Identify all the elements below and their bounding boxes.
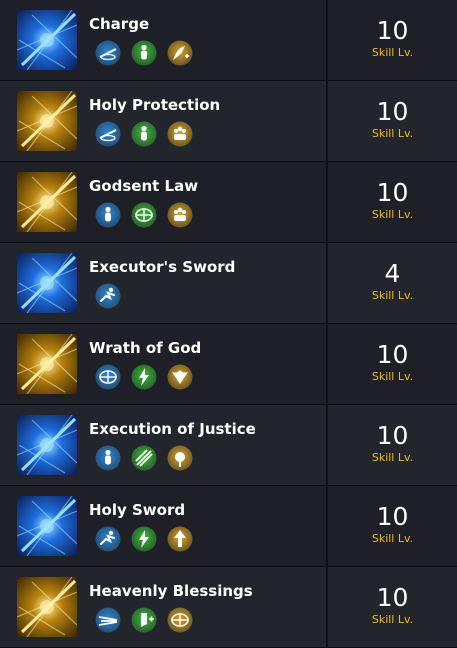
skill-list: Charge 10 Skill Lv. Holy Protection 10 S… (0, 0, 457, 648)
gold-wings-icon (167, 364, 193, 390)
skill-info: Heavenly Blessings (0, 567, 328, 647)
skill-level-cell: 10 Skill Lv. (328, 0, 457, 80)
skill-level-value: 10 (376, 178, 409, 207)
skill-level-label: Skill Lv. (371, 613, 414, 626)
skill-row[interactable]: Charge 10 Skill Lv. (0, 0, 457, 81)
holy-sword-icon (17, 496, 77, 556)
gold-arrow-up-icon (167, 526, 193, 552)
wrath-of-god-icon (17, 334, 77, 394)
skill-level-value: 4 (384, 259, 401, 288)
skill-level-cell: 10 Skill Lv. (328, 81, 457, 161)
skill-attribute-badges (95, 202, 193, 228)
skill-attribute-badges (95, 445, 193, 471)
skill-level-value: 10 (376, 502, 409, 531)
blue-dash-arrow-icon (95, 121, 121, 147)
green-lightning-icon (131, 364, 157, 390)
skill-level-label: Skill Lv. (371, 532, 414, 545)
skill-info: Execution of Justice (0, 405, 328, 485)
skill-row[interactable]: Holy Sword 10 Skill Lv. (0, 486, 457, 567)
skill-name: Charge (89, 15, 150, 33)
skill-info: Holy Protection (0, 81, 328, 161)
holy-protection-icon (17, 91, 77, 151)
skill-level-value: 10 (376, 340, 409, 369)
skill-info: Executor's Sword (0, 243, 328, 323)
skill-row[interactable]: Wrath of God 10 Skill Lv. (0, 324, 457, 405)
skill-row[interactable]: Holy Protection 10 Skill Lv. (0, 81, 457, 162)
green-shield-plus-icon (131, 607, 157, 633)
green-lightning-icon (131, 526, 157, 552)
gold-party-icon (167, 121, 193, 147)
blue-dash-arrow-icon (95, 40, 121, 66)
skill-level-label: Skill Lv. (371, 289, 414, 302)
blue-body-icon (95, 202, 121, 228)
skill-level-cell: 10 Skill Lv. (328, 324, 457, 404)
skill-attribute-badges (95, 121, 193, 147)
skill-row[interactable]: Heavenly Blessings 10 Skill Lv. (0, 567, 457, 648)
skill-level-value: 10 (376, 97, 409, 126)
skill-info: Holy Sword (0, 486, 328, 566)
skill-name: Wrath of God (89, 339, 202, 357)
execution-of-justice-icon (17, 415, 77, 475)
skill-name: Godsent Law (89, 177, 199, 195)
skill-attribute-badges (95, 607, 193, 633)
heavenly-blessings-icon (17, 577, 77, 637)
skill-level-value: 10 (376, 421, 409, 450)
skill-level-value: 10 (376, 16, 409, 45)
skill-level-cell: 10 Skill Lv. (328, 405, 457, 485)
blue-speed-icon (95, 607, 121, 633)
skill-level-label: Skill Lv. (371, 370, 414, 383)
gold-party-icon (167, 202, 193, 228)
skill-attribute-badges (95, 526, 193, 552)
skill-info: Wrath of God (0, 324, 328, 404)
skill-level-cell: 10 Skill Lv. (328, 162, 457, 242)
skill-level-label: Skill Lv. (371, 208, 414, 221)
skill-attribute-badges (95, 283, 121, 309)
charge-icon (17, 10, 77, 70)
blue-target-icon (95, 364, 121, 390)
skill-attribute-badges (95, 364, 193, 390)
skill-name: Holy Sword (89, 501, 186, 519)
skill-name: Execution of Justice (89, 420, 256, 438)
skill-row[interactable]: Executor's Sword 4 Skill Lv. (0, 243, 457, 324)
gold-target-icon (167, 607, 193, 633)
skill-row[interactable]: Execution of Justice 10 Skill Lv. (0, 405, 457, 486)
skill-level-label: Skill Lv. (371, 46, 414, 59)
gold-burst-icon (167, 445, 193, 471)
blue-body-icon (95, 445, 121, 471)
executors-sword-icon (17, 253, 77, 313)
blue-runner-icon (95, 283, 121, 309)
skill-name: Holy Protection (89, 96, 221, 114)
green-target-icon (131, 202, 157, 228)
green-body-icon (131, 121, 157, 147)
skill-row[interactable]: Godsent Law 10 Skill Lv. (0, 162, 457, 243)
skill-level-label: Skill Lv. (371, 451, 414, 464)
green-slash-icon (131, 445, 157, 471)
skill-level-cell: 10 Skill Lv. (328, 567, 457, 647)
skill-level-cell: 10 Skill Lv. (328, 486, 457, 566)
green-body-icon (131, 40, 157, 66)
skill-attribute-badges (95, 40, 193, 66)
skill-info: Charge (0, 0, 328, 80)
skill-name: Heavenly Blessings (89, 582, 253, 600)
skill-level-label: Skill Lv. (371, 127, 414, 140)
skill-name: Executor's Sword (89, 258, 236, 276)
skill-info: Godsent Law (0, 162, 328, 242)
godsent-law-icon (17, 172, 77, 232)
gold-boost-icon (167, 40, 193, 66)
skill-level-value: 10 (376, 583, 409, 612)
blue-runner-icon (95, 526, 121, 552)
skill-level-cell: 4 Skill Lv. (328, 243, 457, 323)
